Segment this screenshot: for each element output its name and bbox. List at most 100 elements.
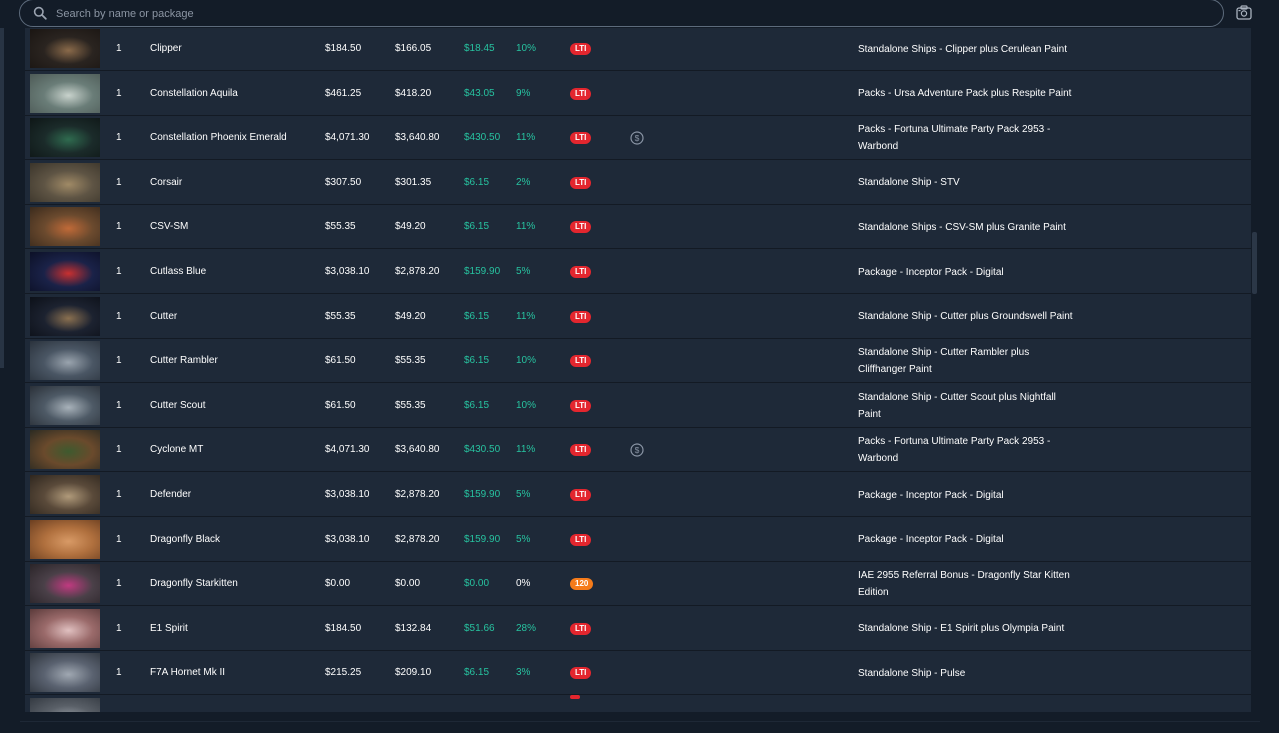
ship-name: Defender	[150, 489, 192, 500]
ship-thumbnail	[30, 341, 100, 381]
ship-thumbnail	[30, 252, 100, 291]
package-name: Standalone Ship - Pulse	[858, 651, 1078, 695]
ship-thumbnail	[30, 430, 100, 470]
price-cell: $132.84	[395, 622, 432, 634]
lti-badge: LTI	[570, 266, 592, 278]
price-cell: $4,071.30	[325, 132, 370, 144]
package-label: Standalone Ships - Clipper plus Cerulean…	[858, 43, 1068, 55]
lti-badge: LTI	[570, 444, 592, 457]
price-cell: $55.35	[395, 355, 426, 367]
dollar-coin-icon: $	[630, 443, 644, 457]
ship-thumbnail	[30, 29, 100, 68]
table-row[interactable]: LTI	[25, 695, 1251, 712]
savings-cell: $43.05	[464, 87, 495, 99]
scrollbar-track[interactable]	[1252, 28, 1258, 712]
scrollbar-thumb[interactable]	[1252, 232, 1257, 294]
percent-cell: 28%	[516, 622, 537, 634]
package-label: Standalone Ship - Cutter Rambler plus Cl…	[858, 347, 1030, 376]
price-cell: $3,038.10	[325, 266, 370, 277]
horizontal-scrollbar[interactable]	[20, 721, 1260, 722]
lti-badge: LTI	[570, 310, 592, 323]
price-cell: $166.05	[395, 43, 432, 54]
ship-name: Cutter Rambler	[150, 355, 218, 367]
price-cell: $2,878.20	[395, 266, 440, 277]
price-cell: $55.35	[325, 221, 356, 233]
table-row[interactable]: 1 Cutter Rambler $61.50 $55.35 $6.15 10% LTI St…	[25, 339, 1251, 384]
quantity-cell: 1	[116, 622, 122, 634]
price-cell: $184.50	[325, 43, 362, 54]
savings-cell: $6.15	[464, 310, 490, 322]
percent-cell: 3%	[516, 667, 531, 679]
left-scroll-strip	[0, 28, 4, 368]
savings-cell: $159.90	[464, 489, 501, 500]
package-label: Package - Inceptor Pack - Digital	[858, 489, 1004, 501]
price-cell: $4,071.30	[325, 444, 370, 456]
quantity-cell: 1	[116, 310, 122, 322]
savings-cell: $430.50	[464, 132, 501, 144]
package-label: Standalone Ship - E1 Spirit plus Olympia…	[858, 623, 1065, 635]
lti-badge: LTI	[570, 533, 592, 546]
lti-badge: LTI	[570, 221, 592, 234]
quantity-cell: 1	[116, 43, 122, 54]
camera-icon[interactable]	[1236, 5, 1252, 20]
table-row[interactable]: 1 Cutter $55.35 $49.20 $6.15 11% LTI Standalone…	[25, 295, 1251, 339]
package-label: Package - Inceptor Pack - Digital	[858, 266, 1004, 278]
price-cell: $418.20	[395, 87, 432, 99]
ship-name: Cutlass Blue	[150, 266, 207, 277]
table-row[interactable]: 1 Cutlass Blue $3,038.10 $2,878.20 $159.90 5%…	[25, 250, 1251, 294]
price-cell: $184.50	[325, 622, 362, 634]
percent-cell: 10%	[516, 355, 537, 367]
table-row[interactable]: 1 E1 Spirit $184.50 $132.84 $51.66 28% LTI Stan…	[25, 607, 1251, 651]
ship-name: Constellation Aquila	[150, 87, 238, 99]
price-cell: $61.50	[325, 355, 356, 367]
search-box[interactable]	[19, 0, 1224, 27]
ships-table: 1 Clipper $184.50 $166.05 $18.45 10% LTI Standa…	[25, 27, 1251, 712]
quantity-cell: 1	[116, 87, 122, 99]
table-row[interactable]: 1 Constellation Aquila $461.25 $418.20 $43.0…	[25, 72, 1251, 116]
package-name: Standalone Ship - E1 Spirit plus Olympia…	[858, 607, 1078, 651]
quantity-cell: 1	[116, 578, 122, 590]
package-label: Standalone Ship - STV	[858, 177, 960, 189]
savings-cell: $6.15	[464, 667, 490, 679]
price-cell: $3,038.10	[325, 489, 370, 500]
quantity-cell: 1	[116, 533, 122, 545]
price-cell: $49.20	[395, 221, 426, 233]
savings-cell: $6.15	[464, 176, 490, 188]
ship-name: Cutter	[150, 310, 178, 322]
percent-cell: 11%	[516, 310, 536, 322]
ship-thumbnail	[30, 698, 100, 712]
ship-thumbnail	[30, 207, 100, 247]
table-row[interactable]: 1 Cyclone MT $4,071.30 $3,640.80 $430.50 11% L…	[25, 428, 1251, 473]
quantity-cell: 1	[116, 221, 122, 233]
lti-badge: LTI	[570, 695, 580, 699]
ship-name: CSV-SM	[150, 221, 189, 233]
table-row[interactable]: 1 Cutter Scout $61.50 $55.35 $6.15 10% LTI Stan…	[25, 384, 1251, 428]
quantity-cell: 1	[116, 667, 122, 679]
price-cell: $307.50	[325, 176, 362, 188]
search-input[interactable]	[54, 4, 1158, 24]
bottom-bar	[0, 713, 1279, 733]
ship-name: Cutter Scout	[150, 399, 206, 411]
ship-thumbnail	[30, 564, 100, 604]
table-row[interactable]: 1 Dragonfly Starkitten $0.00 $0.00 $0.00 0% 12…	[25, 562, 1251, 607]
package-name: Package - Inceptor Pack - Digital	[858, 518, 1078, 562]
price-cell: $3,640.80	[395, 132, 440, 144]
price-cell: $2,878.20	[395, 489, 440, 500]
savings-cell: $0.00	[464, 578, 490, 590]
price-cell: $461.25	[325, 87, 362, 99]
table-row[interactable]: 1 Constellation Phoenix Emerald $4,071.30 $…	[25, 116, 1251, 161]
table-row[interactable]: 1 Dragonfly Black $3,038.10 $2,878.20 $159.9…	[25, 518, 1251, 562]
savings-cell: $51.66	[464, 622, 495, 634]
percent-cell: 5%	[516, 266, 531, 277]
table-row[interactable]: 1 F7A Hornet Mk II $215.25 $209.10 $6.15 3% LT…	[25, 651, 1251, 696]
package-label: Packs - Fortuna Ultimate Party Pack 2953…	[858, 124, 1051, 153]
price-cell: $61.50	[325, 399, 356, 411]
table-row[interactable]: 1 Clipper $184.50 $166.05 $18.45 10% LTI Standa…	[25, 27, 1251, 71]
table-row[interactable]: 1 Corsair $307.50 $301.35 $6.15 2% LTI Standalo…	[25, 161, 1251, 205]
table-row[interactable]: 1 CSV-SM $55.35 $49.20 $6.15 11% LTI Standalone…	[25, 205, 1251, 250]
ship-name: Constellation Phoenix Emerald	[150, 132, 287, 144]
percent-cell: 11%	[516, 444, 536, 456]
price-cell: $3,038.10	[325, 533, 370, 545]
svg-text:$: $	[635, 445, 640, 455]
table-row[interactable]: 1 Defender $3,038.10 $2,878.20 $159.90 5% LTI P…	[25, 473, 1251, 517]
